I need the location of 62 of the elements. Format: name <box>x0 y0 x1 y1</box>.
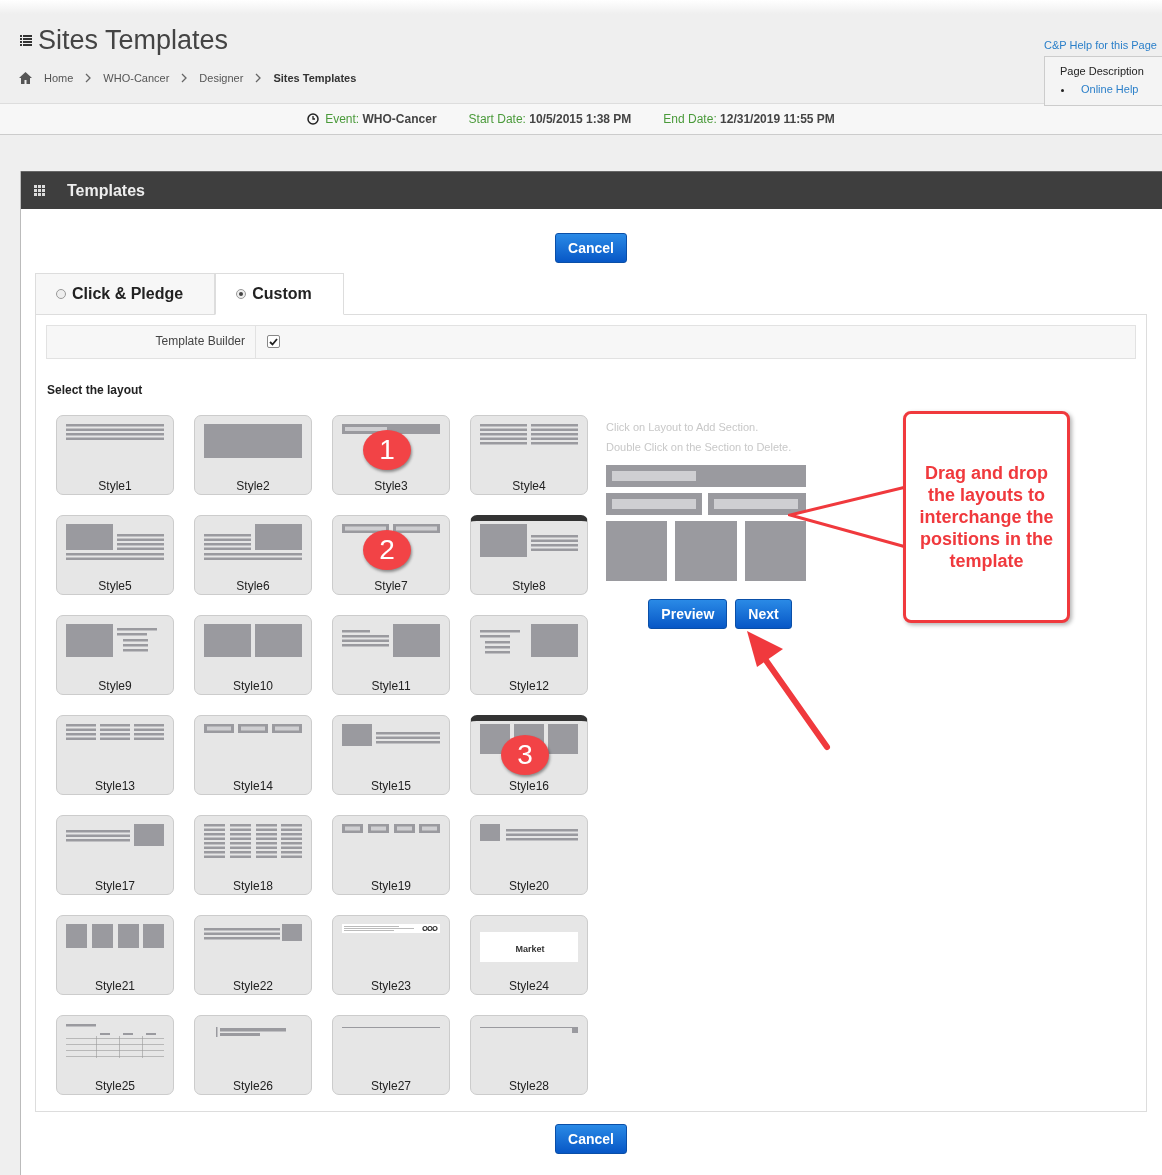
layout-option[interactable]: Style18 <box>194 815 312 895</box>
layout-option[interactable]: Style25 <box>56 1015 174 1095</box>
layout-option[interactable]: Style14 <box>194 715 312 795</box>
list-icon <box>20 34 32 46</box>
tab[interactable]: Custom <box>215 273 344 315</box>
layout-option[interactable]: Style8 <box>470 515 588 595</box>
layout-option[interactable]: Style9 <box>56 615 174 695</box>
clock-icon <box>307 113 320 125</box>
layout-option[interactable]: Style10 <box>194 615 312 695</box>
layout-option[interactable]: Style13 <box>56 715 174 795</box>
layout-option[interactable]: Style6 <box>194 515 312 595</box>
layout-option[interactable]: Style26 <box>194 1015 312 1095</box>
layout-option[interactable]: Style4 <box>470 415 588 495</box>
number-badge: 1 <box>363 430 411 470</box>
layout-option[interactable]: Style1 <box>56 415 174 495</box>
layout-option[interactable]: Market Style24 <box>470 915 588 995</box>
help-menu-item[interactable]: Online Help <box>1060 83 1162 95</box>
layout-option[interactable]: Style28 <box>470 1015 588 1095</box>
breadcrumb-link[interactable]: WHO-Cancer <box>103 72 170 84</box>
thumbnail-text: Market <box>515 944 545 954</box>
grid-icon <box>34 185 45 196</box>
cancel-button[interactable]: Cancel <box>555 233 627 263</box>
layout-option[interactable]: Style7 2 <box>332 515 450 595</box>
layout-option[interactable]: Style27 <box>332 1015 450 1095</box>
chevron-icon <box>255 73 262 83</box>
preview-button[interactable]: Next <box>735 599 792 629</box>
layout-option[interactable]: Style19 <box>332 815 450 895</box>
number-badge: 2 <box>363 530 411 570</box>
page-title: Sites Templates <box>38 24 229 56</box>
layout-option[interactable]: Style11 <box>332 615 450 695</box>
layout-option[interactable]: Style17 <box>56 815 174 895</box>
breadcrumb-link[interactable]: Designer <box>199 72 244 84</box>
field-label: Template Builder <box>47 326 256 358</box>
cancel-button[interactable]: Cancel <box>555 1124 627 1154</box>
layout-option[interactable]: Style20 <box>470 815 588 895</box>
breadcrumb-link[interactable]: Sites Templates <box>273 72 357 84</box>
section-heading: Select the layout <box>47 383 144 397</box>
checkbox[interactable] <box>267 335 280 348</box>
event-info: Event: WHO-Cancer <box>325 112 437 126</box>
layout-option[interactable]: Style3 1 <box>332 415 450 495</box>
event-info: Start Date: 10/5/2015 1:38 PM <box>468 112 632 126</box>
preview-button[interactable]: Preview <box>648 599 728 629</box>
event-info: End Date: 12/31/2019 11:55 PM <box>663 112 835 126</box>
layout-option[interactable]: Style12 <box>470 615 588 695</box>
layout-thumbnail-drawing <box>216 1027 286 1037</box>
help-link[interactable]: C&P Help for this Page <box>1044 39 1157 51</box>
layout-option[interactable]: Style5 <box>56 515 174 595</box>
chevron-icon <box>85 73 92 83</box>
layout-option[interactable]: Style15 <box>332 715 450 795</box>
home-icon[interactable] <box>19 72 32 84</box>
breadcrumb-link[interactable]: Home <box>44 72 74 84</box>
help-menu-title: Page Description <box>1060 65 1145 77</box>
layout-option[interactable]: Style22 <box>194 915 312 995</box>
layout-option[interactable]: Style21 <box>56 915 174 995</box>
layout-option[interactable]: Style16 3 <box>470 715 588 795</box>
number-badge: 3 <box>501 735 549 775</box>
tab[interactable]: Click & Pledge <box>35 273 216 315</box>
chevron-icon <box>181 73 188 83</box>
panel-title: Templates <box>67 181 145 200</box>
layout-option[interactable]: Style2 <box>194 415 312 495</box>
layout-option[interactable]: Style23 <box>332 915 450 995</box>
callout-text: Drag and drop the layouts to interchange the positions in the template <box>918 462 1055 572</box>
